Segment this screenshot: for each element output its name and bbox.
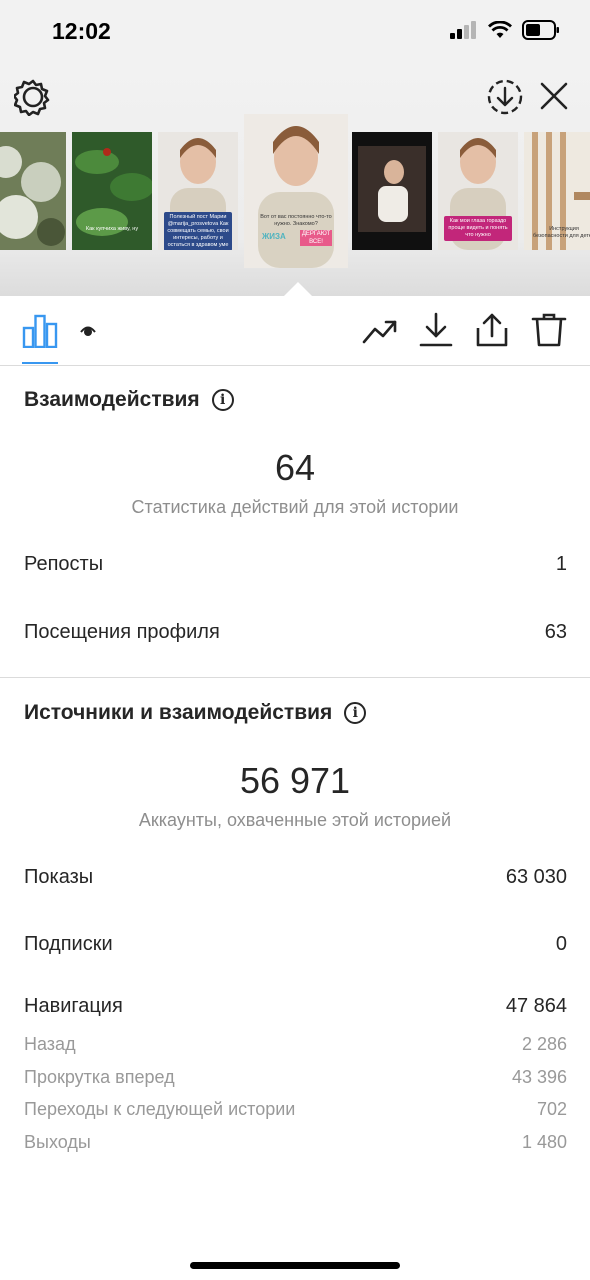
reach-section-title: Источники и взаимодействия i — [24, 701, 367, 725]
story-thumbnail-image — [0, 132, 66, 250]
active-tab-indicator — [22, 362, 58, 364]
metric-label: Посещения профиля — [24, 621, 220, 643]
metric-label: Навигация — [24, 995, 123, 1017]
wifi-icon — [488, 21, 512, 38]
navigation-row-exits: Выходы 1 480 — [24, 1132, 567, 1153]
download-icon[interactable] — [418, 312, 454, 348]
metric-value: 47 864 — [505, 995, 567, 1017]
metric-row-impressions: Показы 63 030 — [24, 866, 567, 889]
close-icon[interactable] — [538, 80, 570, 112]
metric-label: Переходы к следующей истории — [24, 1099, 296, 1119]
story-thumbnail-caption: Полезный пост Марии @marija_prosvetova К… — [164, 212, 232, 250]
home-indicator — [190, 1262, 400, 1269]
battery-icon — [522, 20, 559, 40]
selected-story-thumbnail[interactable]: Вот от вас постоянно что-то нужно. Знако… — [244, 114, 348, 268]
interactions-section-title: Взаимодействия i — [24, 388, 234, 412]
metric-row-reposts: Репосты 1 — [24, 553, 567, 576]
metric-value: 1 480 — [521, 1132, 567, 1152]
metric-value: 43 396 — [511, 1067, 567, 1087]
metric-row-profile-visits: Посещения профиля 63 — [24, 621, 567, 644]
settings-icon[interactable] — [14, 78, 52, 116]
status-icons — [450, 20, 560, 40]
story-viewer-header: Как купчиха живу, ну Полезный пост Марии… — [0, 64, 590, 296]
reach-caption: Аккаунты, охваченные этой историей — [138, 810, 452, 830]
story-thumbnail[interactable]: Инструкция безопасности для детей — [524, 132, 590, 250]
metric-label: Назад — [24, 1034, 76, 1054]
info-icon[interactable]: i — [344, 702, 367, 724]
story-thumbnail[interactable] — [0, 132, 66, 250]
interactions-title-text: Взаимодействия — [24, 388, 200, 411]
story-thumbnail[interactable]: Как купчиха живу, ну — [72, 132, 152, 250]
metric-row-follows: Подписки 0 — [24, 933, 567, 956]
navigation-row-forward: Прокрутка вперед 43 396 — [24, 1067, 567, 1088]
metric-value: 2 286 — [521, 1034, 567, 1054]
navigation-row-back: Назад 2 286 — [24, 1034, 567, 1055]
save-to-archive-icon[interactable] — [486, 78, 524, 116]
metric-value: 702 — [536, 1099, 567, 1119]
story-thumbnail[interactable]: Как мои глаза гораздо проще видеть и пон… — [438, 132, 518, 250]
status-bar: 12:02 — [0, 0, 590, 64]
interactions-caption: Статистика действий для этой истории — [131, 497, 459, 517]
insights-bar-chart-icon[interactable] — [22, 314, 58, 348]
cellular-signal-icon — [450, 21, 476, 39]
navigation-row-next-story: Переходы к следующей истории 702 — [24, 1099, 567, 1120]
metric-label: Репосты — [24, 553, 104, 575]
viewers-eye-icon[interactable] — [80, 324, 96, 338]
story-thumbnail-caption: Вот от вас постоянно что-то нужно. Знако… — [260, 214, 332, 227]
story-thumbnail-strip: Как купчиха живу, ну Полезный пост Марии… — [0, 114, 590, 270]
promote-trend-icon[interactable] — [362, 312, 398, 348]
interactions-total: 64 — [274, 447, 316, 488]
metric-label: Прокрутка вперед — [24, 1067, 175, 1087]
story-thumbnail[interactable] — [352, 132, 432, 250]
story-thumbnail-caption: Как мои глаза гораздо проще видеть и пон… — [444, 216, 512, 241]
section-divider — [0, 677, 590, 678]
metric-label: Показы — [24, 866, 94, 888]
selected-story-pointer — [284, 282, 312, 296]
metric-value: 63 — [544, 621, 567, 643]
story-thumbnail-caption: Инструкция безопасности для детей — [533, 226, 590, 239]
insights-toolbar — [0, 296, 590, 366]
status-time: 12:02 — [52, 18, 111, 44]
metric-value: 0 — [555, 933, 567, 955]
metric-label: Подписки — [24, 933, 113, 955]
reach-total: 56 971 — [239, 760, 351, 801]
story-thumbnail-caption: Как купчиха живу, ну — [85, 226, 139, 232]
info-icon[interactable]: i — [211, 389, 234, 411]
story-thumbnail-image — [352, 132, 432, 250]
reach-title-text: Источники и взаимодействия — [24, 701, 333, 724]
delete-trash-icon[interactable] — [531, 312, 567, 348]
metric-row-navigation: Навигация 47 864 — [24, 995, 567, 1018]
story-thumbnail-image — [244, 114, 348, 268]
story-thumbnail[interactable]: Полезный пост Марии @marija_prosvetova К… — [158, 132, 238, 250]
metric-value: 63 030 — [505, 866, 567, 888]
story-sticker: ДЕРГАЮТ ВСЕ! — [300, 230, 332, 246]
story-sticker: ЖИЗА — [262, 232, 286, 241]
metric-value: 1 — [555, 553, 567, 575]
share-icon[interactable] — [474, 312, 510, 348]
metric-label: Выходы — [24, 1132, 91, 1152]
